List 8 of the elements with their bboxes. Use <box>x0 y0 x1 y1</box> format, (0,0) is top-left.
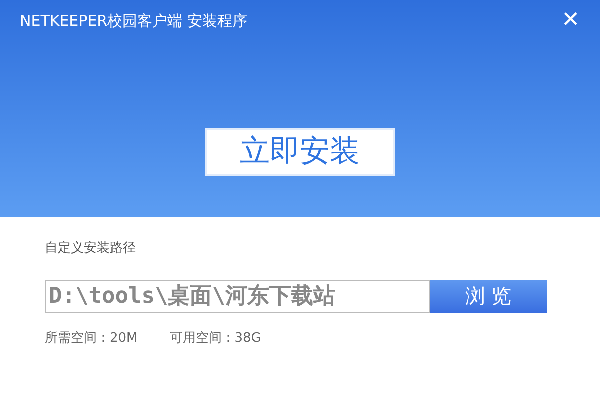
space-info: 可用空间：38G <box>170 330 262 348</box>
close-button[interactable]: ✕ <box>562 10 580 32</box>
path-label: 自定义安装路径 <box>45 240 137 258</box>
browse-button[interactable]: 浏 览 <box>430 280 547 312</box>
window-title: NETKEEPER校园客户端 安装程序 <box>20 11 248 32</box>
install-path-field[interactable]: D:\tools\桌面\河东下载站 <box>45 280 430 312</box>
install-button[interactable]: 立即安装 <box>205 128 395 176</box>
space-info: 所需空间：20M <box>45 330 138 348</box>
